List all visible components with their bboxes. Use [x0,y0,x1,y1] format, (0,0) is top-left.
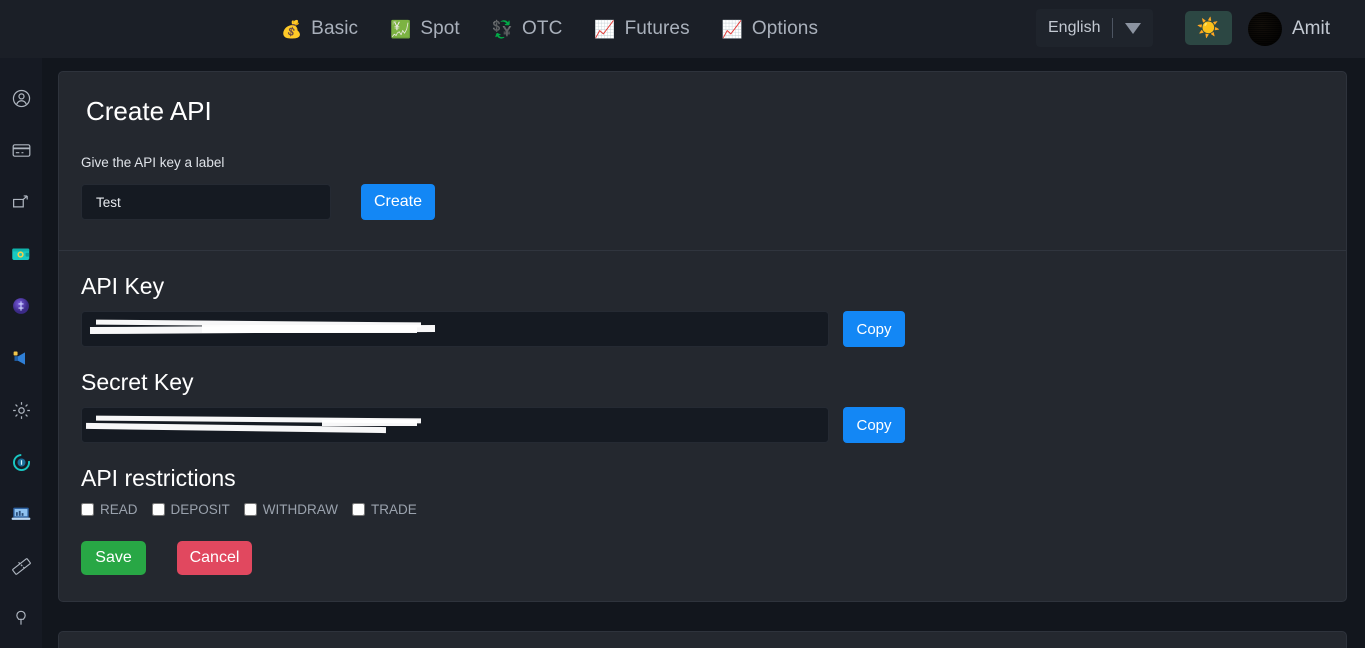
user-menu[interactable]: Amit [1248,9,1330,49]
money-bag-icon: 💱 [492,21,513,38]
save-button[interactable]: Save [81,541,146,575]
ruler-icon [11,556,32,577]
secret-key-title: Secret Key [81,369,1324,396]
api-key-field[interactable] [81,311,829,347]
chevron-down-icon [1125,23,1141,34]
keys-section: API Key Copy Secret Key Copy [59,251,1346,601]
user-name-label: Amit [1292,18,1330,40]
language-selector-label: English [1048,19,1100,37]
bulb-icon [11,608,31,628]
main-content: Create API Give the API key a label Crea… [42,58,1365,648]
trade-checkbox[interactable] [352,503,365,516]
chart-increasing-icon: 📈 [594,21,615,38]
secondary-card [58,631,1347,648]
sidebar-item-insights[interactable] [0,592,42,644]
language-selector[interactable]: English [1036,9,1153,47]
gear-icon [11,400,32,421]
copy-secret-key-button[interactable]: Copy [843,407,905,443]
deposit-checkbox[interactable] [152,503,165,516]
api-key-row: Copy [81,311,1324,347]
user-circle-icon [11,88,32,109]
redaction-mark [322,420,417,426]
nav-item-options[interactable]: 📈 Options [706,0,834,58]
create-api-row: Create [59,184,1346,250]
left-sidebar [0,58,42,648]
chart-increasing-icon: 📈 [722,21,743,38]
nav-item-label: Spot [420,18,460,40]
restriction-withdraw[interactable]: WITHDRAW [244,502,338,517]
sidebar-item-token[interactable] [0,280,42,332]
sidebar-item-cards[interactable] [0,124,42,176]
redaction-mark [202,325,417,333]
sidebar-item-profile[interactable] [0,72,42,124]
theme-toggle-button[interactable]: ☀️ [1185,11,1232,45]
sidebar-item-announcements[interactable] [0,332,42,384]
sidebar-item-activity[interactable] [0,436,42,488]
share-arrow-icon [11,192,32,213]
create-button[interactable]: Create [361,184,435,220]
read-label[interactable]: READ [100,502,138,517]
sidebar-item-reports[interactable] [0,488,42,540]
laptop-chart-icon [10,503,32,525]
nav-item-otc[interactable]: 💱 OTC [476,0,579,58]
copy-api-key-button[interactable]: Copy [843,311,905,347]
withdraw-checkbox[interactable] [244,503,257,516]
secret-key-field[interactable] [81,407,829,443]
megaphone-icon [11,348,32,369]
restriction-read[interactable]: READ [81,502,138,517]
chart-in-hand-icon: 💹 [390,21,411,38]
deposit-label[interactable]: DEPOSIT [171,502,230,517]
purple-orb-icon [11,296,31,316]
sidebar-item-tools[interactable] [0,540,42,592]
avatar [1248,12,1282,46]
api-restrictions-title: API restrictions [81,465,1324,492]
create-api-card: Create API Give the API key a label Crea… [58,71,1347,602]
trade-label[interactable]: TRADE [371,502,417,517]
wallet-icon [10,243,32,265]
nav-item-futures[interactable]: 📈 Futures [578,0,705,58]
nav-item-label: OTC [522,18,562,40]
money-with-wings-icon: 💰 [281,21,302,38]
sun-icon: ☀️ [1197,19,1221,38]
nav-item-label: Options [752,18,818,40]
secret-key-row: Copy [81,407,1324,443]
top-header-bar: 💰 Basic 💹 Spot 💱 OTC 📈 Futures 📈 Options… [0,0,1365,58]
nav-item-label: Basic [311,18,358,40]
credit-card-icon [11,140,32,161]
nav-item-label: Futures [625,18,690,40]
cancel-button[interactable]: Cancel [177,541,252,575]
api-key-title: API Key [81,273,1324,300]
read-checkbox[interactable] [81,503,94,516]
withdraw-label[interactable]: WITHDRAW [263,502,338,517]
primary-navigation: 💰 Basic 💹 Spot 💱 OTC 📈 Futures 📈 Options [265,0,834,58]
card-header: Create API [59,72,1346,155]
restriction-trade[interactable]: TRADE [352,502,417,517]
sidebar-item-transfer[interactable] [0,176,42,228]
form-actions: Save Cancel [81,541,1324,575]
nav-item-spot[interactable]: 💹 Spot [374,0,476,58]
teal-ring-icon [11,452,32,473]
sidebar-item-settings[interactable] [0,384,42,436]
divider [1112,18,1113,38]
api-label-input[interactable] [81,184,331,220]
page-title: Create API [86,96,1346,127]
sidebar-item-wallet[interactable] [0,228,42,280]
api-restrictions-checkboxes: READ DEPOSIT WITHDRAW TRADE [81,502,1324,517]
nav-item-basic[interactable]: 💰 Basic [265,0,374,58]
restriction-deposit[interactable]: DEPOSIT [152,502,230,517]
api-label-field-label: Give the API key a label [59,155,1346,184]
